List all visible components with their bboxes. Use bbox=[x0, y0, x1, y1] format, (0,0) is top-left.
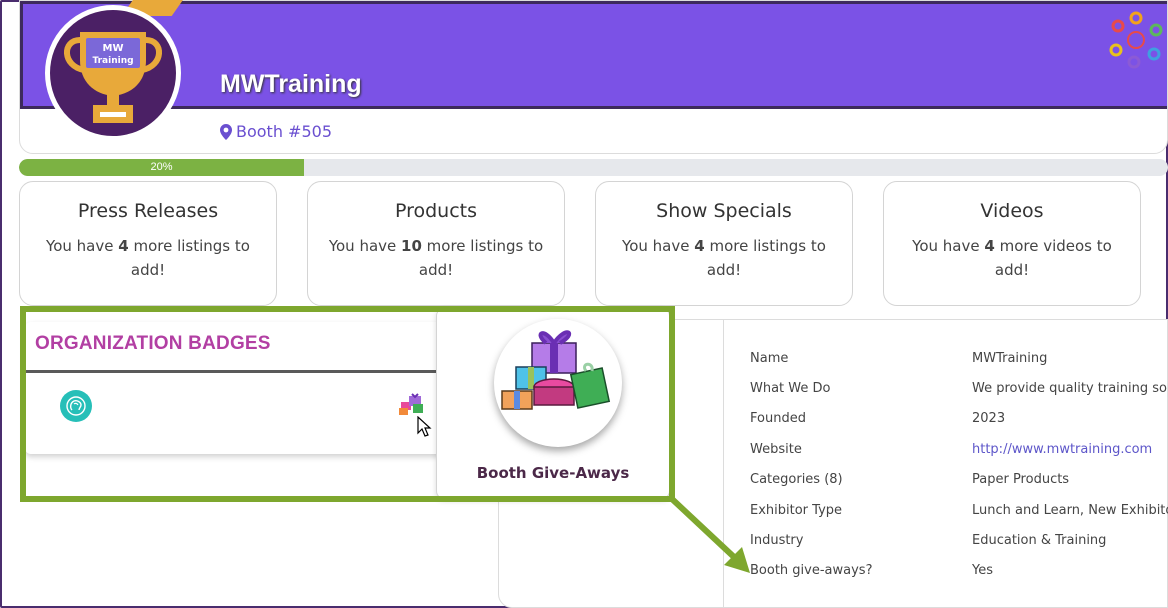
svg-text:MW: MW bbox=[103, 43, 124, 54]
detail-value-exhibitor-type: Lunch and Learn, New Exhibitor bbox=[972, 503, 1168, 518]
detail-value-booth-give-aways: Yes bbox=[972, 563, 993, 578]
detail-label-founded: Founded bbox=[750, 411, 806, 426]
brain-badge[interactable] bbox=[60, 390, 92, 422]
progress-fill: 20% bbox=[19, 159, 304, 176]
profile-progress-bar: 20% bbox=[19, 159, 1168, 176]
detail-label-categories: Categories (8) bbox=[750, 472, 843, 487]
tooltip-badge-image bbox=[494, 319, 622, 447]
stat-description: You have 4 more videos to add! bbox=[912, 237, 1112, 279]
company-name: MWTraining bbox=[220, 70, 362, 98]
stat-title: Show Specials bbox=[656, 200, 792, 222]
booth-location: Booth #505 bbox=[220, 122, 332, 141]
press-releases-card[interactable]: Press Releases You have 4 more listings … bbox=[19, 181, 277, 306]
detail-label-what-we-do: What We Do bbox=[750, 381, 831, 396]
stat-title: Videos bbox=[980, 200, 1044, 222]
badge-tooltip: Booth Give-Aways bbox=[436, 308, 670, 499]
detail-value-industry: Education & Training bbox=[972, 533, 1107, 548]
badges-title: ORGANIZATION BADGES bbox=[35, 333, 271, 354]
trophy-icon: MW Training bbox=[64, 32, 162, 123]
booth-number: Booth #505 bbox=[236, 122, 332, 141]
tooltip-label: Booth Give-Aways bbox=[476, 464, 630, 482]
videos-card[interactable]: Videos You have 4 more videos to add! bbox=[883, 181, 1141, 306]
company-logo[interactable]: MW Training bbox=[45, 5, 181, 141]
mouse-cursor-icon bbox=[417, 416, 432, 437]
badges-divider bbox=[25, 370, 437, 373]
detail-label-booth-give-aways: Booth give-aways? bbox=[750, 563, 873, 578]
detail-value-name: MWTraining bbox=[972, 351, 1048, 366]
detail-label-website: Website bbox=[750, 442, 802, 457]
stat-description: You have 4 more listings to add! bbox=[46, 237, 250, 279]
profile-banner bbox=[20, 1, 1167, 109]
gift-boxes-icon bbox=[501, 330, 611, 410]
organization-badges-card: ORGANIZATION BADGES bbox=[25, 322, 455, 454]
svg-text:Training: Training bbox=[92, 56, 133, 66]
stat-title: Products bbox=[394, 200, 478, 222]
stat-title: Press Releases bbox=[77, 200, 219, 222]
detail-value-what-we-do: We provide quality training soluti bbox=[972, 381, 1168, 396]
annotation-arrow-icon bbox=[669, 496, 750, 573]
brain-icon bbox=[66, 396, 86, 416]
stat-description: You have 10 more listings to add! bbox=[328, 237, 544, 279]
detail-label-name: Name bbox=[750, 351, 789, 366]
detail-value-founded: 2023 bbox=[972, 411, 1006, 426]
map-pin-icon bbox=[220, 123, 232, 140]
products-card[interactable]: Products You have 10 more listings to ad… bbox=[307, 181, 565, 306]
colorful-people-logo-icon bbox=[1109, 11, 1163, 69]
website-link[interactable]: http://www.mwtraining.com bbox=[972, 442, 1168, 457]
show-specials-card[interactable]: Show Specials You have 4 more listings t… bbox=[595, 181, 853, 306]
detail-value-categories: Paper Products bbox=[972, 472, 1070, 487]
profile-card bbox=[19, 0, 1168, 154]
stat-description: You have 4 more listings to add! bbox=[622, 237, 826, 279]
